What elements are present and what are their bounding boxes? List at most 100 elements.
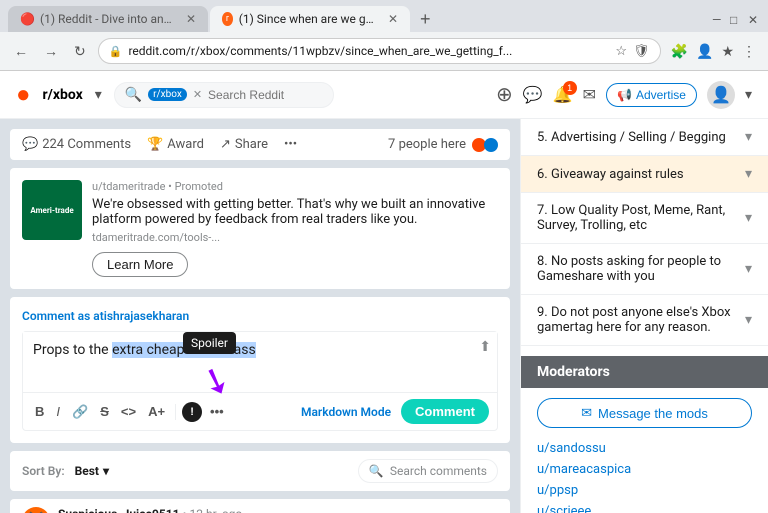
url-actions: ☆ 🛡 (615, 43, 649, 59)
favorites-icon[interactable]: ★ (719, 41, 736, 62)
rule-5[interactable]: 5. Advertising / Selling / Begging ▾ (521, 119, 768, 156)
search-close-icon[interactable]: ✕ (193, 88, 202, 101)
ad-link: tdameritrade.com/tools-... (92, 231, 498, 244)
comment-editor: Comment as atishrajasekharan Props to th… (10, 297, 510, 443)
editor-text-before: Props to the (33, 342, 112, 358)
reload-button[interactable]: ↻ (70, 41, 90, 62)
main-layout: 💬 224 Comments 🏆 Award ↗ Share ••• 7 peo… (0, 119, 768, 513)
tab-1-title: (1) Reddit - Dive into anything (40, 12, 176, 26)
search-input[interactable] (208, 88, 288, 102)
bold-button[interactable]: B (31, 402, 48, 421)
right-sidebar: 5. Advertising / Selling / Begging ▾ 6. … (520, 119, 768, 513)
share-button[interactable]: ↗ Share (220, 137, 268, 152)
comment-item: 🦊 Suspicious_Juice9511 • 12 hr. ago (10, 499, 510, 513)
mod-sandossu[interactable]: u/sandossu (537, 438, 752, 459)
share-icon: ↗ (220, 137, 231, 152)
spoiler-tooltip: Spoiler (183, 332, 236, 354)
subreddit-name[interactable]: r/xbox (43, 87, 83, 103)
comment-icon: 💬 (22, 137, 38, 152)
extensions-icon[interactable]: 🧩 (669, 41, 690, 62)
sort-chevron-icon: ▾ (103, 464, 109, 478)
editor-text[interactable]: Props to the extra cheap GamePass (23, 332, 497, 392)
code-button[interactable]: <> (117, 402, 140, 421)
comment-submit-button[interactable]: Comment (401, 399, 489, 424)
toolbar-separator (175, 404, 176, 420)
tab-2-close[interactable]: ✕ (388, 12, 398, 26)
settings-icon[interactable]: ⋮ (740, 41, 758, 62)
mod-ppsp[interactable]: u/ppsp (537, 480, 752, 501)
rule-9-expand-icon: ▾ (745, 312, 752, 328)
message-mods-button[interactable]: ✉ Message the mods (537, 398, 752, 428)
link-button[interactable]: 🔗 (68, 402, 92, 422)
sort-dropdown[interactable]: Best ▾ (75, 464, 109, 478)
italic-button[interactable]: I (52, 402, 64, 421)
ad-post: Ameri-trade u/tdameritrade • Promoted We… (10, 168, 510, 289)
rule-5-expand-icon: ▾ (745, 129, 752, 145)
spoiler-button[interactable]: ! (182, 402, 202, 422)
create-post-icon[interactable]: ⊕ (496, 82, 513, 107)
more-icon: ••• (284, 137, 297, 152)
superscript-button[interactable]: A+ (144, 402, 169, 421)
mod-mareacaspica[interactable]: u/mareacaspica (537, 459, 752, 480)
learn-more-button[interactable]: Learn More (92, 252, 188, 277)
more-options-button[interactable]: ••• (206, 402, 228, 421)
url-bar[interactable]: 🔒 reddit.com/r/xbox/comments/11wpbzv/sin… (98, 38, 661, 64)
tab-2-title: (1) Since when are we getting fo... (239, 12, 378, 26)
subreddit-dropdown[interactable]: ▾ (95, 87, 102, 103)
sort-bar: Sort By: Best ▾ 🔍 Search comments (10, 451, 510, 491)
mod-scrieee[interactable]: u/scrieee (537, 501, 752, 513)
notification-icon[interactable]: 🔔 1 (553, 85, 573, 105)
search-badge: r/xbox (148, 88, 187, 101)
window-controls: — □ ✕ (712, 13, 760, 25)
sort-label: Sort By: (22, 464, 65, 478)
back-button[interactable]: ← (10, 41, 32, 61)
mail-icon[interactable]: ✉ (583, 85, 596, 105)
minimize-button[interactable]: — (712, 13, 724, 25)
ad-meta: u/tdameritrade • Promoted (92, 180, 498, 193)
lock-icon: 🔒 (109, 45, 123, 58)
strikethrough-button[interactable]: S (96, 402, 113, 421)
rule-6-expand-icon: ▾ (745, 166, 752, 182)
award-button[interactable]: 🏆 Award (147, 137, 204, 152)
comment-as: Comment as atishrajasekharan (22, 309, 498, 323)
avatar-dropdown[interactable]: ▾ (745, 87, 752, 103)
tab-1[interactable]: 🔴 (1) Reddit - Dive into anything ✕ (8, 6, 208, 32)
bookmark-icon[interactable]: ☆ (615, 43, 627, 59)
shield-icon[interactable]: 🛡 (633, 43, 650, 59)
new-tab-button[interactable]: + (412, 9, 439, 30)
rule-8[interactable]: 8. No posts asking for people to Gamesha… (521, 244, 768, 295)
rule-8-expand-icon: ▾ (745, 261, 752, 277)
search-comments-input[interactable]: 🔍 Search comments (358, 459, 498, 483)
mail-mods-icon: ✉ (581, 405, 592, 421)
advertise-button[interactable]: 📢 Advertise (606, 83, 697, 107)
url-text: reddit.com/r/xbox/comments/11wpbzv/since… (128, 44, 609, 58)
reddit-logo: ● (16, 80, 31, 109)
moderators-title: Moderators (521, 356, 768, 388)
ad-text: We're obsessed with getting better. That… (92, 197, 498, 227)
comments-button[interactable]: 💬 224 Comments (22, 137, 131, 152)
ad-logo: Ameri-trade (22, 180, 82, 240)
chat-icon[interactable]: 💬 (523, 85, 543, 105)
profile-icon[interactable]: 👤 (694, 41, 715, 62)
left-content: 💬 224 Comments 🏆 Award ↗ Share ••• 7 peo… (0, 119, 520, 513)
maximize-button[interactable]: □ (730, 13, 742, 25)
more-button[interactable]: ••• (284, 137, 297, 152)
upload-button[interactable]: ⬆ (479, 338, 491, 355)
editor-toolbar: B I 🔗 S <> A+ ! ••• Markdown Mode Commen… (23, 392, 497, 430)
editor-box[interactable]: Props to the extra cheap GamePass ⬆ Spoi… (22, 331, 498, 431)
comment-bar: 💬 224 Comments 🏆 Award ↗ Share ••• 7 peo… (10, 129, 510, 160)
markdown-mode-button[interactable]: Markdown Mode (301, 405, 391, 419)
user-avatar[interactable]: 👤 (707, 81, 735, 109)
header-icons: ⊕ 💬 🔔 1 ✉ 📢 Advertise 👤 ▾ (496, 81, 752, 109)
forward-button[interactable]: → (40, 41, 62, 61)
tab-1-close[interactable]: ✕ (186, 12, 196, 26)
tab-2[interactable]: r (1) Since when are we getting fo... ✕ (210, 6, 410, 32)
rule-6[interactable]: 6. Giveaway against rules ▾ (521, 156, 768, 193)
upload-icon: ⬆ (479, 338, 491, 354)
close-button[interactable]: ✕ (748, 13, 760, 25)
rule-7[interactable]: 7. Low Quality Post, Meme, Rant, Survey,… (521, 193, 768, 244)
rule-9[interactable]: 9. Do not post anyone else's Xbox gamert… (521, 295, 768, 346)
moderators-section: Moderators ✉ Message the mods u/sandossu… (521, 346, 768, 513)
comment-avatar: 🦊 (22, 507, 50, 513)
header-search[interactable]: 🔍 r/xbox ✕ (114, 82, 334, 108)
